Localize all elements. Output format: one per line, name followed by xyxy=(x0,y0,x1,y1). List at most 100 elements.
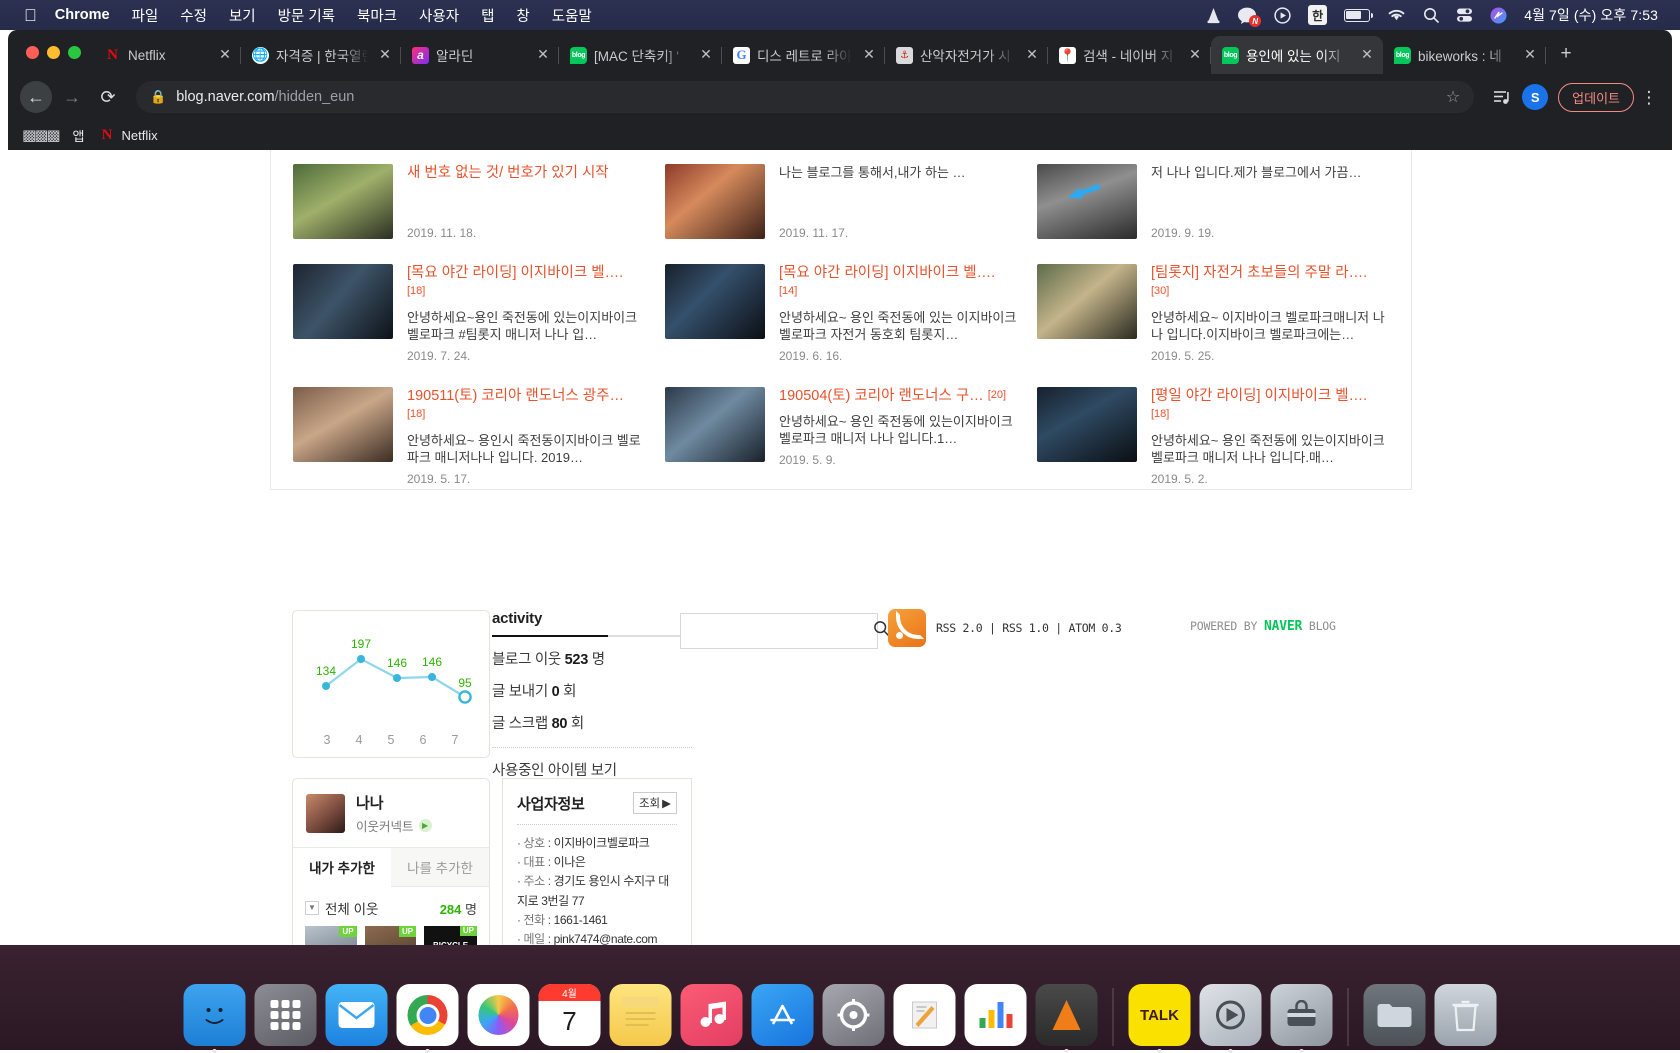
post-card[interactable]: 새 번호 없는 것/ 번호가 있기 시작 2019. 11. 18. xyxy=(283,150,655,250)
neighbor-thumbnail[interactable]: UP xyxy=(365,926,417,945)
post-thumbnail[interactable] xyxy=(293,164,393,239)
post-title[interactable]: [목요 야간 라이딩] 이지바이크 벨…. [14] xyxy=(779,264,1017,302)
dock-item-finder[interactable] xyxy=(184,984,246,1046)
dock-item-kakaotalk[interactable]: TALK xyxy=(1129,984,1191,1046)
menu-edit[interactable]: 수정 xyxy=(180,5,207,26)
dock-item-chrome[interactable] xyxy=(397,984,459,1046)
menu-bookmarks[interactable]: 북마크 xyxy=(357,5,397,26)
tab-naver-map-search[interactable]: 📍 검색 - 네이버 지 ✕ xyxy=(1048,36,1211,74)
bookmark-apps[interactable]: 앱 xyxy=(73,126,85,145)
maximize-window-button[interactable] xyxy=(68,46,81,59)
input-source-korean[interactable]: 한 xyxy=(1308,5,1327,25)
menubar-clock[interactable]: 4월 7일 (수) 오후 7:53 xyxy=(1524,5,1658,25)
rss-icon[interactable] xyxy=(888,609,926,647)
neighbor-thumbnail[interactable]: UP xyxy=(305,926,357,945)
menu-file[interactable]: 파일 xyxy=(132,5,159,26)
post-thumbnail[interactable] xyxy=(293,387,393,462)
bookmark-netflix[interactable]: N Netflix xyxy=(99,127,158,144)
menu-profiles[interactable]: 사용자 xyxy=(419,5,459,26)
post-title[interactable]: 190504(토) 코리아 랜도너스 구… [20] xyxy=(779,387,1017,406)
rss-links[interactable]: RSS 2.0 | RSS 1.0 | ATOM 0.3 xyxy=(936,621,1121,635)
forward-button[interactable]: → xyxy=(56,81,88,113)
dock-item-numbers[interactable] xyxy=(965,984,1027,1046)
dock-item-trash[interactable] xyxy=(1435,984,1497,1046)
menubar-app-name[interactable]: Chrome xyxy=(55,7,110,23)
dock-item-downloads-folder[interactable] xyxy=(1364,984,1426,1046)
post-thumbnail[interactable] xyxy=(665,164,765,239)
play-icon[interactable]: ▶ xyxy=(419,819,432,832)
apps-grid-icon[interactable]: ▩▩▩ xyxy=(22,126,59,144)
rss-block[interactable]: RSS 2.0 | RSS 1.0 | ATOM 0.3 xyxy=(888,609,1121,647)
close-window-button[interactable] xyxy=(26,46,39,59)
battery-icon[interactable] xyxy=(1344,5,1370,25)
neighbor-thumbnail[interactable]: BICYCLE LIFE UP xyxy=(424,926,477,945)
close-tab-button[interactable]: ✕ xyxy=(1522,47,1538,63)
neighbor-item[interactable]: UP 감마미 xyxy=(365,926,417,945)
post-title[interactable]: 새 번호 없는 것/ 번호가 있기 시작 xyxy=(407,164,609,183)
tab-certificate[interactable]: 🌐 자격증 | 한국열린 ✕ xyxy=(241,36,401,74)
chrome-menu-button[interactable]: ⋮ xyxy=(1638,89,1660,106)
close-tab-button[interactable]: ✕ xyxy=(698,47,714,63)
tab-added-by-me[interactable]: 내가 추가한 xyxy=(293,848,391,887)
tab-this-retro[interactable]: G 디스 레트로 라이 ✕ xyxy=(722,36,885,74)
dock-item-system-preferences[interactable] xyxy=(823,984,885,1046)
post-thumbnail[interactable] xyxy=(1037,164,1137,239)
avatar[interactable] xyxy=(306,794,345,833)
dock-item-vlc[interactable] xyxy=(1036,984,1098,1046)
dock-item-music[interactable] xyxy=(681,984,743,1046)
neighbor-item[interactable]: BICYCLE LIFE UP 자전거생활 xyxy=(424,926,477,945)
dock-item-calendar[interactable]: 4월 7 xyxy=(539,984,601,1046)
dock-item-toolbox[interactable] xyxy=(1271,984,1333,1046)
update-button[interactable]: 업데이트 xyxy=(1558,83,1634,112)
business-lookup-button[interactable]: 조회 ▶ xyxy=(633,792,677,814)
wifi-icon[interactable] xyxy=(1387,5,1406,25)
blog-search-box[interactable] xyxy=(680,613,878,649)
search-input[interactable] xyxy=(681,614,873,648)
post-card[interactable]: [평일 야간 라이딩] 이지바이크 벨…. [18] 안녕하세요~ 용인 죽전동… xyxy=(1027,373,1399,496)
menu-help[interactable]: 도움말 xyxy=(552,5,592,26)
post-card[interactable]: 저 나나 입니다.제가 블로그에서 가끔… 2019. 9. 19. xyxy=(1027,150,1399,250)
post-card[interactable]: [목요 야간 라이딩] 이지바이크 벨…. [14] 안녕하세요~ 용인 죽전동… xyxy=(655,250,1027,373)
post-title[interactable]: [목요 야간 라이딩] 이지바이크 벨…. [18] xyxy=(407,264,645,302)
window-traffic-lights[interactable] xyxy=(20,30,93,74)
control-center-icon[interactable] xyxy=(1456,5,1473,25)
tab-mtb[interactable]: ⚓ 산악자전거가 시 ✕ xyxy=(885,36,1048,74)
reading-list-icon[interactable] xyxy=(1486,81,1518,113)
post-title[interactable]: 190511(토) 코리아 랜도너스 광주… [18] xyxy=(407,387,645,425)
dock-item-photos[interactable] xyxy=(468,984,530,1046)
tab-yongin-blog[interactable]: blog 용인에 있는 이지 ✕ xyxy=(1211,36,1383,74)
chevron-down-icon[interactable]: ▼ xyxy=(305,901,319,915)
dock-item-notes[interactable] xyxy=(610,984,672,1046)
post-thumbnail[interactable] xyxy=(1037,264,1137,339)
bookmark-star-icon[interactable]: ☆ xyxy=(1446,87,1460,107)
profile-avatar[interactable]: S xyxy=(1522,84,1548,110)
tab-added-me[interactable]: 나를 추가한 xyxy=(391,848,489,887)
new-tab-button[interactable]: + xyxy=(1552,41,1580,69)
neighbor-item[interactable]: UP 김상군 변 xyxy=(305,926,357,945)
close-tab-button[interactable]: ✕ xyxy=(1359,47,1375,63)
close-tab-button[interactable]: ✕ xyxy=(1024,47,1040,63)
address-bar[interactable]: 🔒 blog.naver.com/hidden_eun ☆ xyxy=(136,81,1474,113)
view-items-link[interactable]: 사용중인 아이템 보기 xyxy=(492,759,692,780)
post-thumbnail[interactable] xyxy=(293,264,393,339)
menu-history[interactable]: 방문 기록 xyxy=(278,5,335,26)
close-tab-button[interactable]: ✕ xyxy=(861,47,877,63)
kakaotalk-icon[interactable]: N xyxy=(1238,5,1257,25)
tab-aladin[interactable]: a 알라딘 ✕ xyxy=(401,36,559,74)
close-tab-button[interactable]: ✕ xyxy=(377,47,393,63)
post-title[interactable]: [평일 야간 라이딩] 이지바이크 벨…. [18] xyxy=(1151,387,1389,425)
dock-item-mail[interactable] xyxy=(326,984,388,1046)
spotlight-search-icon[interactable] xyxy=(1423,5,1439,25)
dock-item-app-store[interactable] xyxy=(752,984,814,1046)
post-title[interactable]: [팀롯지] 자전거 초보들의 주말 라…. [30] xyxy=(1151,264,1389,302)
vlc-icon[interactable] xyxy=(1206,5,1221,25)
post-card[interactable]: [팀롯지] 자전거 초보들의 주말 라…. [30] 안녕하세요~ 이지바이크 … xyxy=(1027,250,1399,373)
siri-icon[interactable] xyxy=(1490,5,1507,25)
media-play-icon[interactable] xyxy=(1274,5,1291,25)
post-card[interactable]: 190511(토) 코리아 랜도너스 광주… [18] 안녕하세요~ 용인시 죽… xyxy=(283,373,655,496)
post-card[interactable]: 190504(토) 코리아 랜도너스 구… [20] 안녕하세요~ 용인 죽전동… xyxy=(655,373,1027,496)
post-card[interactable]: [목요 야간 라이딩] 이지바이크 벨…. [18] 안녕하세요~용인 죽전동에… xyxy=(283,250,655,373)
tab-mac-shortcut[interactable]: blog [MAC 단축키] ' ✕ xyxy=(559,36,722,74)
dock-item-pages[interactable] xyxy=(894,984,956,1046)
menu-window[interactable]: 창 xyxy=(516,5,529,26)
